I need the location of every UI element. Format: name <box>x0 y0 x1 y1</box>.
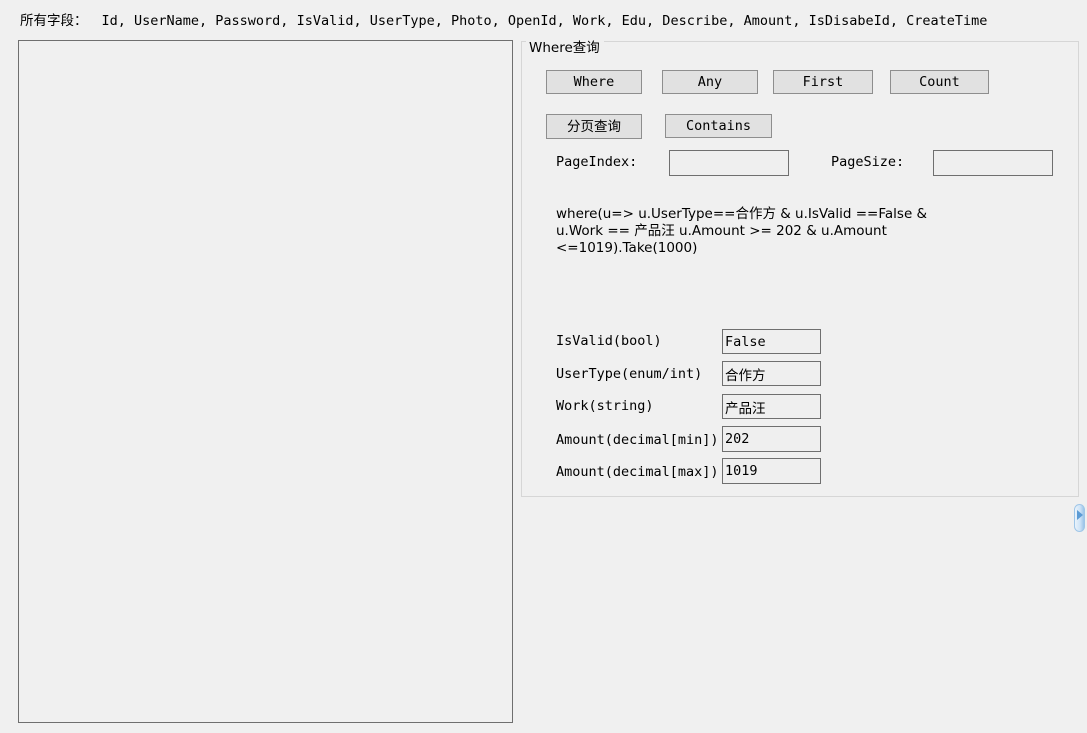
page-size-label: PageSize: <box>831 154 905 170</box>
amount-min-label: Amount(decimal[min]) <box>556 432 719 448</box>
contains-button[interactable]: Contains <box>665 114 772 138</box>
results-panel[interactable] <box>18 40 513 723</box>
paging-query-button[interactable]: 分页查询 <box>546 114 642 139</box>
all-fields-list: Id, UserName, Password, IsValid, UserTyp… <box>101 13 988 29</box>
generated-query-expression: where(u=> u.UserType==合作方 & u.IsValid ==… <box>556 206 932 256</box>
usertype-input[interactable] <box>722 361 821 386</box>
page-index-input[interactable] <box>669 150 789 176</box>
any-button[interactable]: Any <box>662 70 758 94</box>
isvalid-label: IsValid(bool) <box>556 333 662 349</box>
vertical-scrollbar-thumb[interactable] <box>1074 504 1085 532</box>
first-button[interactable]: First <box>773 70 873 94</box>
where-button[interactable]: Where <box>546 70 642 94</box>
amount-max-label: Amount(decimal[max]) <box>556 464 719 480</box>
work-input[interactable] <box>722 394 821 419</box>
all-fields-header: 所有字段： Id, UserName, Password, IsValid, Us… <box>20 9 987 29</box>
page-size-input[interactable] <box>933 150 1053 176</box>
work-label: Work(string) <box>556 398 654 414</box>
page-index-label: PageIndex: <box>556 154 638 170</box>
where-query-groupbox-title: Where查询 <box>526 40 604 56</box>
amount-max-input[interactable] <box>722 458 821 484</box>
amount-min-input[interactable] <box>722 426 821 452</box>
isvalid-input[interactable] <box>722 329 821 354</box>
usertype-label: UserType(enum/int) <box>556 366 703 382</box>
all-fields-label: 所有字段： <box>20 13 88 29</box>
count-button[interactable]: Count <box>890 70 989 94</box>
